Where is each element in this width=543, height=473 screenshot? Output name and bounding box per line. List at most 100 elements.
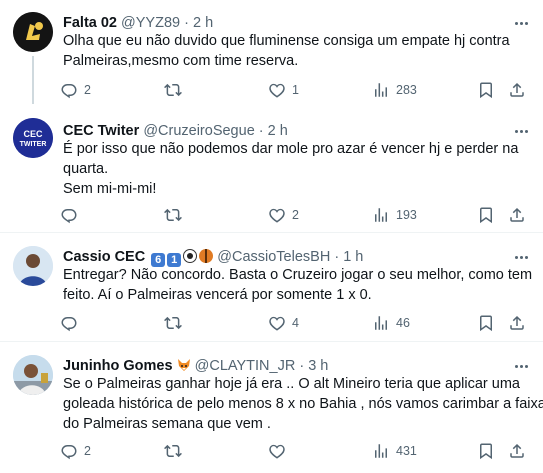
share-icon (508, 442, 526, 460)
like-count: 2 (292, 208, 299, 222)
views-icon (372, 206, 390, 224)
like-count: 4 (292, 316, 299, 330)
views-button[interactable]: 431 (372, 441, 417, 461)
display-name[interactable]: Falta 02 (63, 15, 117, 31)
bookmark-button[interactable] (477, 441, 495, 461)
avatar[interactable] (13, 246, 53, 286)
action-bar: 2 193 (56, 205, 526, 225)
timestamp[interactable]: 3 h (308, 358, 328, 374)
display-name[interactable]: CEC Twiter (63, 123, 139, 139)
tweet-text: É por isso que não podemos dar mole pro … (63, 139, 523, 199)
separator: · (258, 123, 264, 139)
bookmark-icon (477, 81, 495, 99)
timestamp[interactable]: 1 h (343, 249, 363, 265)
avatar[interactable] (13, 12, 53, 52)
tweet[interactable]: CEC TWITER CEC Twiter @CruzeiroSegue · 2… (0, 110, 543, 232)
tweet-text-line: do Palmeiras semana que vem . (63, 416, 271, 432)
more-icon[interactable] (511, 358, 531, 374)
views-icon (372, 81, 390, 99)
views-button[interactable]: 193 (372, 205, 417, 225)
retweet-icon (164, 206, 182, 224)
retweet-icon (164, 81, 182, 99)
avatar-text: TWITER (20, 141, 47, 148)
reply-button[interactable] (60, 313, 84, 333)
handle[interactable]: @YYZ89 (121, 15, 180, 31)
like-icon (268, 81, 286, 99)
tweet-header: Juninho Gomes @CLAYTIN_JR · 3 h (63, 357, 328, 375)
display-name[interactable]: Cassio CEC (63, 249, 145, 265)
tweet[interactable]: Falta 02 @YYZ89 · 2 h Olha que eu não du… (0, 0, 543, 110)
like-icon (268, 314, 286, 332)
tweet-text: Olha que eu não duvido que fluminense co… (63, 31, 523, 71)
views-count: 193 (396, 208, 417, 222)
like-button[interactable]: 1 (268, 80, 299, 100)
bookmark-icon (477, 206, 495, 224)
basketball-icon (199, 249, 214, 263)
share-button[interactable] (508, 80, 526, 100)
avatar-text: CEC (23, 129, 43, 139)
separator: · (184, 15, 189, 31)
timestamp[interactable]: 2 h (193, 15, 213, 31)
share-icon (508, 81, 526, 99)
more-icon[interactable] (511, 249, 531, 265)
bookmark-button[interactable] (477, 205, 495, 225)
tweet[interactable]: Cassio CEC 61 @CassioTelesBH · 1 h Entre… (0, 233, 543, 341)
handle[interactable]: @CruzeiroSegue (143, 123, 254, 139)
handle[interactable]: @CLAYTIN_JR (195, 358, 296, 374)
reply-count: 2 (84, 444, 91, 458)
views-count: 46 (396, 316, 410, 330)
like-button[interactable]: 2 (268, 205, 299, 225)
reply-button[interactable]: 2 (60, 80, 91, 100)
tweet[interactable]: Juninho Gomes @CLAYTIN_JR · 3 h Se o Pal… (0, 342, 543, 473)
action-bar: 2 431 (56, 441, 526, 461)
bookmark-button[interactable] (477, 80, 495, 100)
share-icon (508, 314, 526, 332)
retweet-button[interactable] (164, 205, 188, 225)
timestamp[interactable]: 2 h (268, 123, 288, 139)
avatar[interactable]: CEC TWITER (13, 118, 53, 158)
bookmark-icon (477, 442, 495, 460)
soccer-ball-icon (183, 249, 198, 263)
retweet-button[interactable] (164, 80, 188, 100)
avatar[interactable] (13, 355, 53, 395)
tweet-header: Falta 02 @YYZ89 · 2 h (63, 14, 213, 32)
share-button[interactable] (508, 441, 526, 461)
display-name[interactable]: Juninho Gomes (63, 358, 173, 374)
handle[interactable]: @CassioTelesBH (217, 249, 330, 265)
tweet-text-line: Palmeiras,mesmo com time reserva. (63, 53, 299, 69)
like-button[interactable] (268, 441, 292, 461)
bookmark-button[interactable] (477, 313, 495, 333)
tweet-text-line: quarta. (63, 161, 109, 177)
action-bar: 4 46 (56, 313, 526, 333)
share-button[interactable] (508, 205, 526, 225)
reply-button[interactable]: 2 (60, 441, 91, 461)
fox-icon (177, 358, 191, 372)
retweet-button[interactable] (164, 313, 188, 333)
views-button[interactable]: 46 (372, 313, 410, 333)
retweet-icon (164, 314, 182, 332)
like-button[interactable]: 4 (268, 313, 299, 333)
reply-button[interactable] (60, 205, 84, 225)
tweet-text: Entregar? Não concordo. Basta o Cruzeiro… (63, 265, 533, 305)
reply-icon (60, 81, 78, 99)
action-bar: 2 1 283 (56, 80, 526, 100)
more-icon[interactable] (511, 15, 531, 31)
retweet-button[interactable] (164, 441, 188, 461)
reply-icon (60, 206, 78, 224)
tweet-text-line: É por isso que não podemos dar mole pro … (63, 141, 519, 157)
views-button[interactable]: 283 (372, 80, 417, 100)
reply-icon (60, 314, 78, 332)
like-count: 1 (292, 83, 299, 97)
thread-line (32, 56, 34, 104)
views-count: 283 (396, 83, 417, 97)
tweet-text-line: Olha que eu não duvido que fluminense co… (63, 33, 510, 49)
separator: · (334, 249, 340, 265)
reply-icon (60, 442, 78, 460)
tweet-text-line: Entregar? Não concordo. Basta o Cruzeiro… (63, 267, 533, 283)
retweet-icon (164, 442, 182, 460)
views-icon (372, 314, 390, 332)
more-icon[interactable] (511, 123, 531, 139)
tweet-text-line: feito. Aí o Palmeiras vencerá por soment… (63, 287, 372, 303)
share-button[interactable] (508, 313, 526, 333)
bookmark-icon (477, 314, 495, 332)
